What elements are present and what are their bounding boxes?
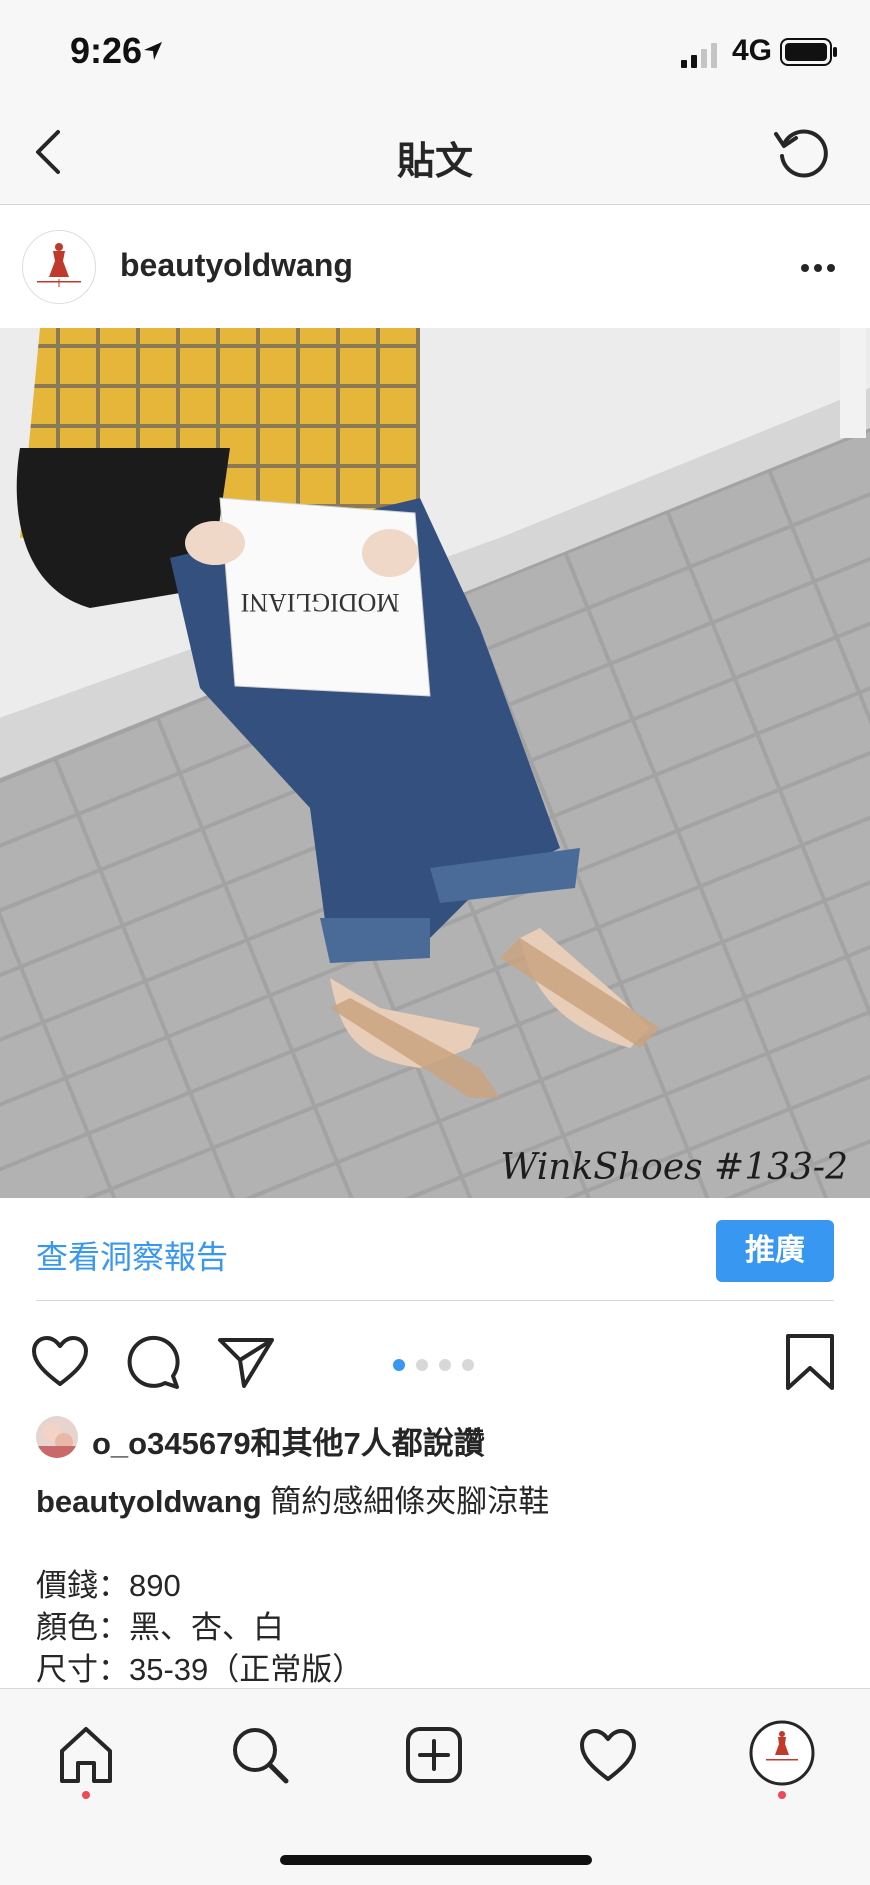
caption-text: 簡約感細條夾腳涼鞋 bbox=[270, 1484, 550, 1519]
network-type: 4G bbox=[732, 34, 773, 67]
status-time: 9:26 bbox=[70, 30, 143, 71]
post-header: beautyoldwang bbox=[0, 205, 870, 327]
signal-strength-icon bbox=[681, 43, 717, 68]
caption-price: 價錢：890 bbox=[36, 1568, 181, 1603]
promote-button[interactable]: 推廣 bbox=[716, 1220, 834, 1282]
carousel-dot bbox=[416, 1359, 428, 1371]
battery-icon bbox=[780, 38, 837, 66]
photo-illustration: MODIGLIANI bbox=[0, 328, 870, 1198]
avatar[interactable] bbox=[22, 230, 96, 304]
bookmark-icon[interactable] bbox=[780, 1332, 840, 1392]
likes-text[interactable]: o_o345679和其他7人都說讚 bbox=[92, 1418, 485, 1463]
nav-bar: 貼文 bbox=[0, 100, 870, 205]
home-notification-dot bbox=[82, 1791, 90, 1799]
caption-sizes: 尺寸：35-39（正常版） bbox=[36, 1652, 364, 1687]
photo-watermark: WinkShoes #133-2 bbox=[500, 1147, 848, 1188]
book-title: MODIGLIANI bbox=[241, 588, 400, 617]
carousel-dot bbox=[439, 1359, 451, 1371]
status-bar: 9:26 4G bbox=[0, 0, 870, 100]
location-arrow-icon bbox=[144, 42, 162, 60]
home-icon[interactable] bbox=[54, 1723, 118, 1787]
liker-avatar bbox=[36, 1416, 78, 1458]
caption: beautyoldwang 簡約感細條夾腳涼鞋 bbox=[36, 1476, 549, 1521]
home-indicator bbox=[280, 1855, 592, 1865]
profile-notification-dot bbox=[778, 1791, 786, 1799]
share-icon[interactable] bbox=[216, 1332, 276, 1392]
brand-logo-icon bbox=[37, 243, 81, 287]
view-insights-link[interactable]: 查看洞察報告 bbox=[36, 1232, 228, 1278]
insights-row: 查看洞察報告 推廣 bbox=[0, 1198, 870, 1300]
refresh-icon[interactable] bbox=[772, 122, 832, 182]
post-photo[interactable]: MODIGLIANI WinkShoes #133-2 bbox=[0, 328, 870, 1198]
caption-username[interactable]: beautyoldwang bbox=[36, 1484, 262, 1519]
page-title: 貼文 bbox=[396, 141, 473, 183]
search-icon[interactable] bbox=[228, 1723, 292, 1787]
carousel-dot bbox=[393, 1359, 405, 1371]
more-options-icon[interactable] bbox=[800, 263, 836, 273]
profile-icon[interactable] bbox=[748, 1719, 816, 1787]
divider bbox=[36, 1300, 834, 1301]
heart-icon[interactable] bbox=[30, 1332, 90, 1392]
activity-icon[interactable] bbox=[576, 1723, 640, 1787]
comment-icon[interactable] bbox=[123, 1332, 183, 1392]
new-post-icon[interactable] bbox=[402, 1723, 466, 1787]
carousel-indicator bbox=[393, 1358, 485, 1376]
carousel-dot bbox=[462, 1359, 474, 1371]
post-username[interactable]: beautyoldwang bbox=[120, 247, 353, 284]
caption-colors: 顏色：黑、杏、白 bbox=[36, 1610, 284, 1645]
post-actions bbox=[0, 1310, 870, 1410]
